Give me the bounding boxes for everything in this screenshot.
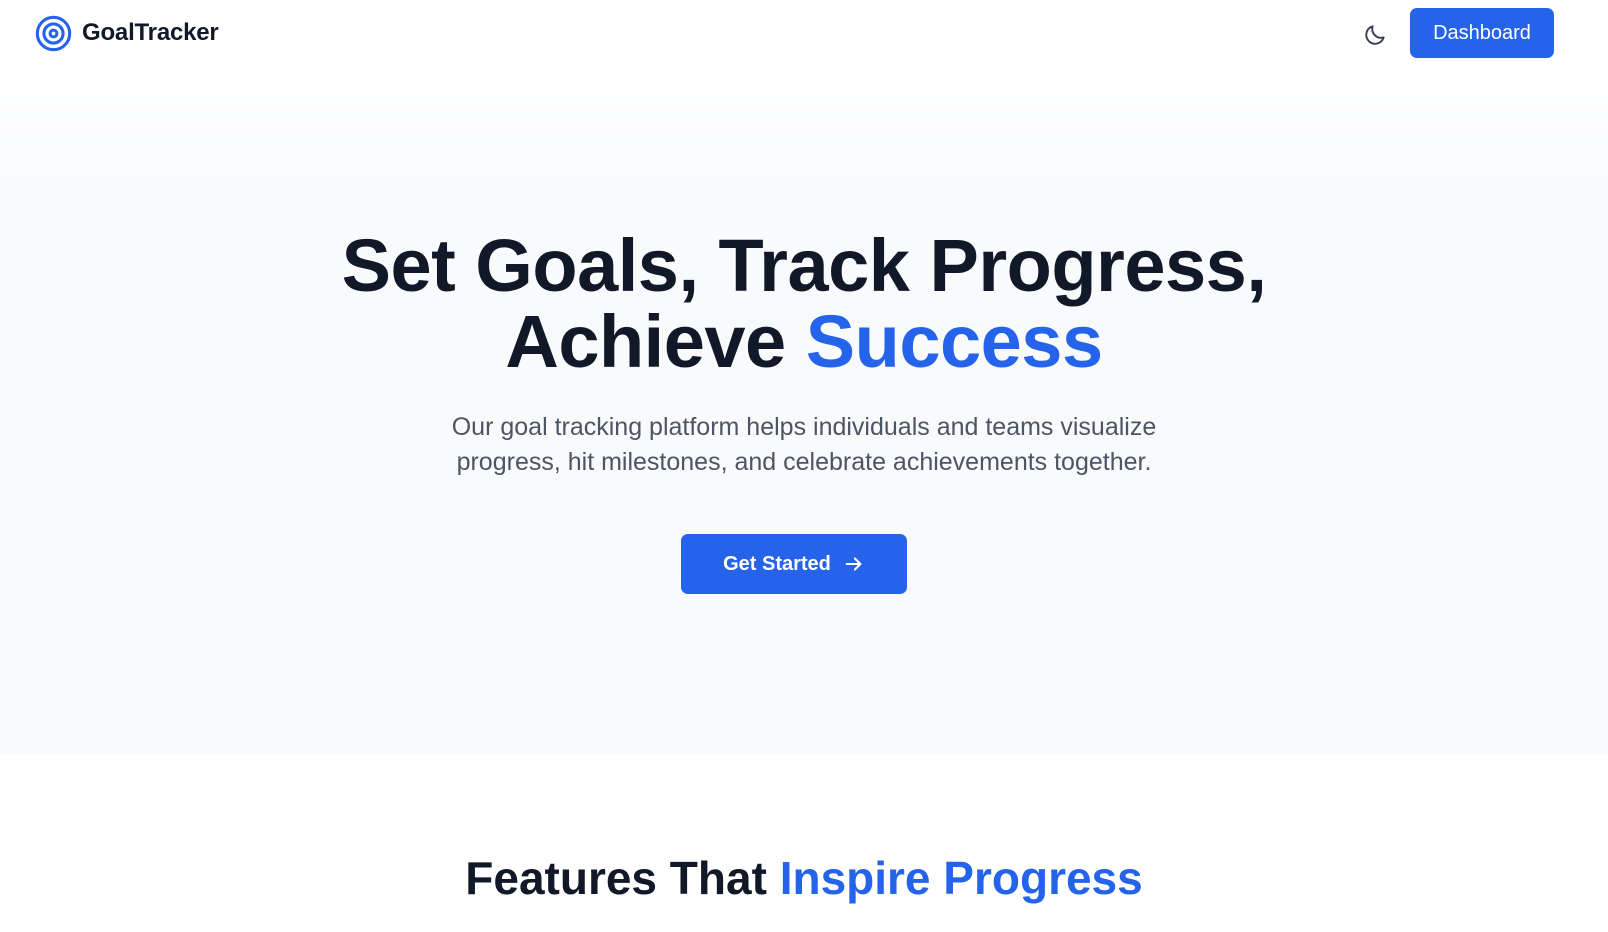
target-icon — [35, 15, 72, 51]
brand-name: GoalTracker — [82, 19, 219, 46]
features-title-accent: Inspire Progress — [779, 852, 1143, 904]
brand-logo-link[interactable]: GoalTracker — [35, 14, 219, 52]
get-started-button[interactable]: Get Started — [681, 534, 907, 594]
arrow-right-icon — [845, 557, 862, 571]
hero-title-line1: Set Goals, Track Progress, — [341, 224, 1267, 307]
moon-icon — [1365, 25, 1385, 45]
features-title: Features That Inspire Progress — [0, 850, 1608, 906]
hero-title-accent: Success — [805, 300, 1103, 383]
get-started-label: Get Started — [723, 552, 831, 575]
dashboard-button[interactable]: Dashboard — [1410, 8, 1554, 58]
hero-title-line2: Achieve — [505, 300, 806, 383]
site-header: GoalTracker Dashboard — [0, 0, 1608, 66]
theme-toggle-button[interactable] — [1359, 19, 1391, 51]
hero-section: Set Goals, Track Progress, Achieve Succe… — [0, 66, 1608, 754]
hero-subtitle: Our goal tracking platform helps individ… — [451, 413, 1157, 476]
hero-title: Set Goals, Track Progress, Achieve Succe… — [0, 228, 1608, 380]
features-title-plain: Features That — [465, 852, 780, 904]
